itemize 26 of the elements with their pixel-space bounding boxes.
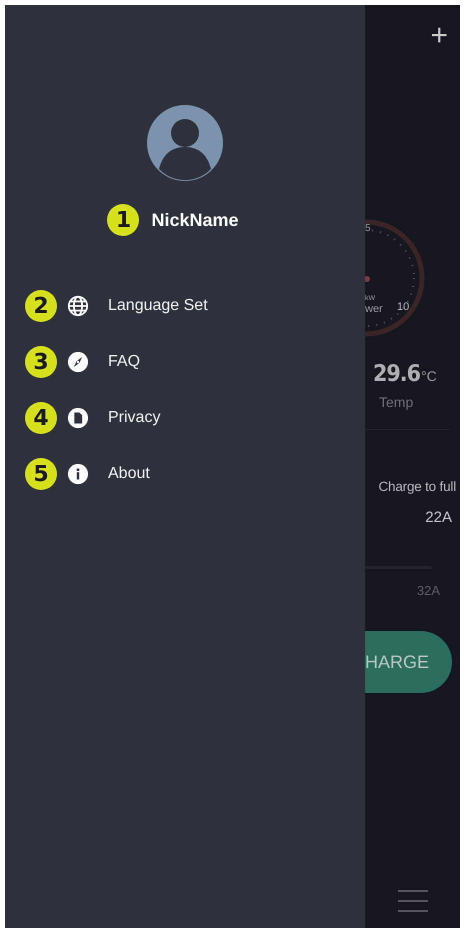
number-badge: 1 — [107, 204, 140, 236]
number-badge: 2 — [25, 290, 57, 322]
menu-item[interactable]: FAQ — [108, 353, 140, 371]
add-icon[interactable]: + — [430, 21, 448, 51]
avatar-icon[interactable] — [147, 105, 223, 181]
number-badge: 3 — [25, 346, 57, 378]
gauge-tick: 5 — [365, 223, 371, 234]
number-badge: 5 — [25, 458, 57, 490]
info-icon — [67, 463, 89, 485]
menu-icon[interactable] — [398, 890, 428, 912]
menu-item[interactable]: Privacy — [108, 409, 160, 427]
temperature-value: 29.6 — [373, 361, 420, 387]
globe-icon — [67, 295, 89, 317]
compass-icon — [67, 351, 89, 373]
gauge-label: wer — [365, 303, 383, 315]
gauge-tick: 10 — [397, 301, 410, 313]
current-value: 22A — [425, 509, 452, 526]
menu-item[interactable]: Language Set — [108, 297, 208, 315]
max-current: 32A — [416, 583, 440, 598]
user-name: NickName — [151, 210, 239, 230]
menu-item[interactable]: About — [108, 465, 150, 483]
charge-mode: Charge to full — [378, 479, 456, 494]
temperature-label: Temp — [379, 394, 414, 410]
document-icon — [67, 407, 89, 429]
temperature-unit: °C — [421, 368, 437, 384]
number-badge: 4 — [25, 402, 57, 434]
